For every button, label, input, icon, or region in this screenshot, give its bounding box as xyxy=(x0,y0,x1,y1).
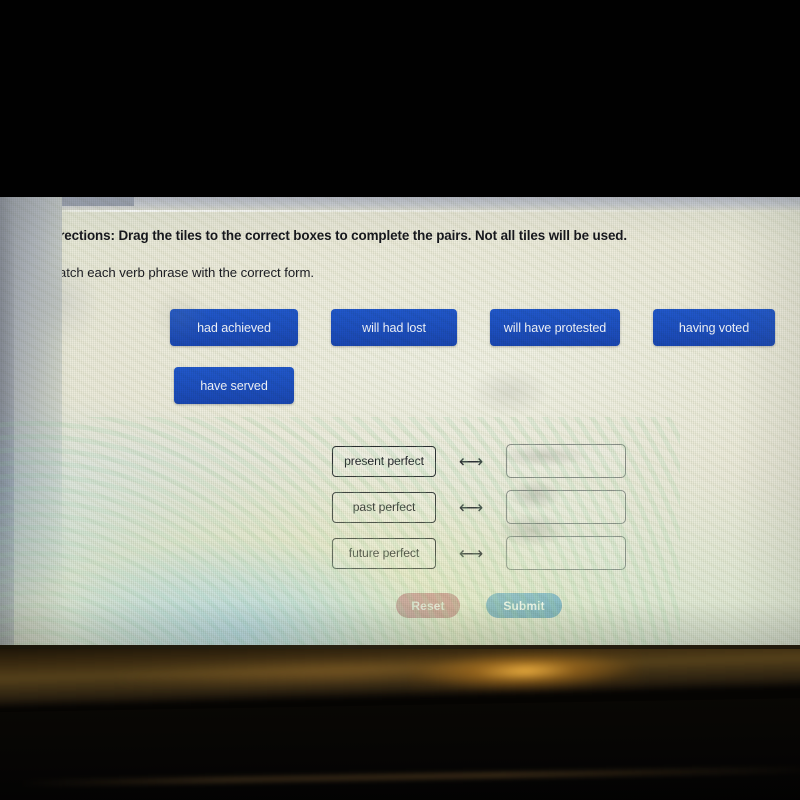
double-arrow-icon: ⟷ xyxy=(458,543,484,563)
top-bezel xyxy=(0,0,800,197)
drop-target-present-perfect[interactable] xyxy=(506,444,626,478)
tile-will-have-protested[interactable]: will have protested xyxy=(490,309,620,346)
laptop-screen: Directions: Drag the tiles to the correc… xyxy=(0,197,800,657)
term-future-perfect: future perfect xyxy=(332,537,436,569)
tile-have-served[interactable]: have served xyxy=(174,367,294,404)
tile-having-voted[interactable]: having voted xyxy=(653,309,775,346)
drop-target-past-perfect[interactable] xyxy=(506,490,626,524)
match-row: future perfect ⟷ xyxy=(332,530,626,576)
deck-light-reflection xyxy=(409,647,641,695)
action-buttons: Reset Submit xyxy=(396,593,562,618)
drop-target-future-perfect[interactable] xyxy=(506,536,626,570)
double-arrow-icon: ⟷ xyxy=(458,451,484,471)
directions-text: Directions: Drag the tiles to the correc… xyxy=(46,228,628,243)
tile-will-had-lost[interactable]: will had lost xyxy=(331,309,457,346)
screen-left-edge xyxy=(0,197,14,657)
term-present-perfect: present perfect xyxy=(332,445,436,477)
question-content: Directions: Drag the tiles to the correc… xyxy=(0,197,800,657)
browser-tab[interactable] xyxy=(58,197,134,206)
double-arrow-icon: ⟷ xyxy=(458,497,484,517)
match-row: past perfect ⟷ xyxy=(332,484,626,530)
question-prompt: Match each verb phrase with the correct … xyxy=(48,265,315,280)
match-list: present perfect ⟷ past perfect ⟷ future … xyxy=(332,438,626,576)
term-past-perfect: past perfect xyxy=(332,491,436,523)
tile-had-achieved[interactable]: had achieved xyxy=(170,309,298,346)
tile-bank-row-1: had achieved will had lost will have pro… xyxy=(170,309,775,346)
tile-bank-row-2: have served xyxy=(174,367,294,404)
header-divider xyxy=(0,210,800,212)
match-row: present perfect ⟷ xyxy=(332,438,626,484)
photo-of-laptop-screen: Directions: Drag the tiles to the correc… xyxy=(0,0,800,800)
submit-button[interactable]: Submit xyxy=(486,593,562,618)
laptop-deck xyxy=(0,645,800,800)
reset-button[interactable]: Reset xyxy=(396,593,460,618)
bezel-bottom-edge xyxy=(0,645,800,649)
